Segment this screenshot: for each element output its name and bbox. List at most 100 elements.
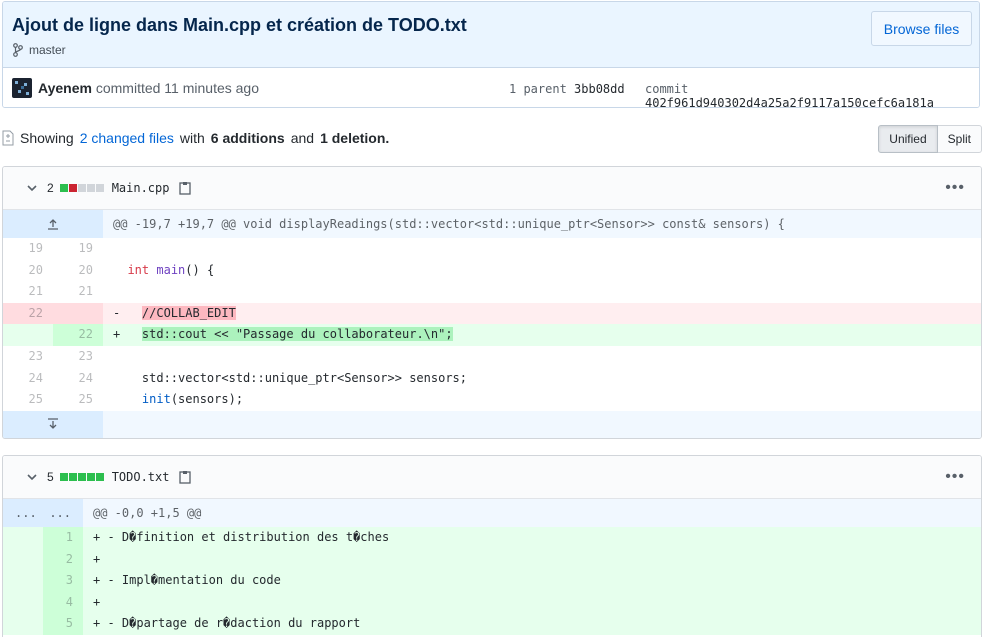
- diff-line-added: 2 +: [3, 548, 981, 571]
- diff-view-toggle: Unified Split: [878, 125, 982, 153]
- branch-name[interactable]: master: [29, 43, 66, 57]
- new-line-number[interactable]: 21: [53, 281, 103, 303]
- parent-sha-link[interactable]: 3bb08dd: [574, 82, 625, 96]
- new-line-number[interactable]: 19: [53, 238, 103, 260]
- line-code: [103, 345, 981, 368]
- line-code: +: [83, 591, 981, 614]
- old-line-number[interactable]: 19: [3, 238, 53, 260]
- hunk-footer: [3, 410, 981, 438]
- deletions-count: 1 deletion.: [320, 130, 390, 146]
- line-code: + - D�partage de r�daction du rapport: [83, 613, 981, 635]
- new-line-number[interactable]: 5: [43, 613, 83, 635]
- line-code: [103, 238, 981, 260]
- showing-label: Showing: [20, 130, 74, 146]
- line-code: + - D�finition et distribution des t�che…: [83, 527, 981, 549]
- expand-button[interactable]: ... ...: [3, 499, 83, 527]
- file-actions-menu[interactable]: •••: [945, 179, 965, 197]
- with-label: with: [179, 130, 205, 146]
- chevron-down-icon[interactable]: [25, 181, 39, 195]
- split-button[interactable]: Split: [937, 125, 982, 153]
- diff-line-added: 1 + - D�finition et distribution des t�c…: [3, 527, 981, 549]
- author-line: Ayenem committed 11 minutes ago: [38, 80, 259, 96]
- author-name[interactable]: Ayenem: [38, 80, 92, 96]
- expand-right: ...: [49, 506, 71, 520]
- file-header: 5 TODO.txt •••: [3, 456, 981, 499]
- additions-count: 6 additions: [210, 130, 285, 146]
- new-line-number[interactable]: 2: [43, 548, 83, 571]
- new-line-number[interactable]: 22: [53, 324, 103, 346]
- old-line-number[interactable]: 25: [3, 389, 53, 411]
- diffstat-blocks: [59, 184, 104, 192]
- commit-meta: Ayenem committed 11 minutes ago 1 parent…: [3, 68, 979, 107]
- commit-title-bar: Ajout de ligne dans Main.cpp et création…: [3, 2, 979, 68]
- old-line-number[interactable]: 22: [3, 302, 53, 325]
- expand-left: ...: [15, 506, 37, 520]
- new-line-number[interactable]: 3: [43, 570, 83, 592]
- diff-line: 24 24 std::vector<std::unique_ptr<Sensor…: [3, 367, 981, 390]
- hunk-header-text: @@ -19,7 +19,7 @@ void displayReadings(s…: [103, 210, 981, 238]
- diffstat-count: 5: [47, 470, 54, 484]
- clipboard-icon[interactable]: [179, 470, 192, 484]
- old-line-number[interactable]: [3, 527, 43, 549]
- file-header: 2 Main.cpp •••: [3, 167, 981, 210]
- line-code: + std::cout << "Passage du collaborateur…: [103, 324, 981, 346]
- new-line-number[interactable]: 1: [43, 527, 83, 549]
- expand-down-button[interactable]: [3, 410, 103, 438]
- hunk-header-text: @@ -0,0 +1,5 @@: [83, 499, 981, 527]
- file-name[interactable]: Main.cpp: [112, 181, 170, 195]
- hunk-footer-space: [103, 410, 981, 438]
- old-line-number[interactable]: [3, 613, 43, 635]
- new-line-number[interactable]: 24: [53, 367, 103, 390]
- new-line-number[interactable]: [53, 302, 103, 325]
- diffstat-blocks: [59, 473, 104, 481]
- old-line-number[interactable]: [3, 548, 43, 571]
- commit-title: Ajout de ligne dans Main.cpp et création…: [12, 15, 467, 35]
- new-line-number[interactable]: 25: [53, 389, 103, 411]
- diff-line: 25 25 init(sensors);: [3, 389, 981, 411]
- old-line-number[interactable]: 21: [3, 281, 53, 303]
- expand-down-icon: [48, 418, 58, 430]
- added-text: std::cout << "Passage du collaborateur.\…: [141, 327, 453, 342]
- file-actions-menu[interactable]: •••: [945, 468, 965, 486]
- diff-line: 23 23: [3, 345, 981, 368]
- parent-label: 1 parent: [509, 82, 567, 96]
- old-line-number[interactable]: [3, 570, 43, 592]
- old-line-number[interactable]: [3, 591, 43, 614]
- diff-line-added: 5 + - D�partage de r�daction du rapport: [3, 613, 981, 635]
- new-line-number[interactable]: 23: [53, 345, 103, 368]
- expand-up-button[interactable]: [3, 210, 103, 238]
- line-code: [103, 281, 981, 303]
- file-name[interactable]: TODO.txt: [112, 470, 170, 484]
- old-line-number[interactable]: 24: [3, 367, 53, 390]
- line-code: std::vector<std::unique_ptr<Sensor>> sen…: [103, 367, 981, 390]
- code-rest: () {: [185, 262, 215, 277]
- diff-line-deleted: 22 - //COLLAB_EDIT: [3, 302, 981, 325]
- hunk-header: ... ... @@ -0,0 +1,5 @@: [3, 499, 981, 527]
- changed-files-link[interactable]: 2 changed files: [80, 130, 174, 146]
- file-diff-icon: [2, 130, 14, 146]
- committed-time: committed 11 minutes ago: [95, 80, 259, 96]
- deleted-text: //COLLAB_EDIT: [141, 305, 236, 320]
- diff-marker: -: [113, 305, 142, 320]
- branch-icon: [13, 43, 23, 57]
- and-label: and: [290, 130, 315, 146]
- line-code: init(sensors);: [103, 389, 981, 411]
- old-line-number[interactable]: 20: [3, 259, 53, 282]
- avatar[interactable]: [12, 78, 32, 98]
- clipboard-icon[interactable]: [179, 181, 192, 195]
- diff-marker: +: [113, 327, 142, 342]
- diff-line-added: 3 + - Impl�mentation du code: [3, 570, 981, 592]
- unified-button[interactable]: Unified: [878, 125, 938, 153]
- expand-up-icon: [48, 219, 58, 230]
- old-line-number[interactable]: 23: [3, 345, 53, 368]
- new-line-number[interactable]: 20: [53, 259, 103, 282]
- new-line-number[interactable]: 4: [43, 591, 83, 614]
- function-name: init: [141, 392, 171, 407]
- browse-files-button[interactable]: Browse files: [871, 11, 972, 46]
- old-line-number[interactable]: [3, 324, 53, 346]
- line-code: + - Impl�mentation du code: [83, 570, 981, 592]
- keyword: int: [127, 262, 150, 277]
- chevron-down-icon[interactable]: [25, 470, 39, 484]
- file-diff-main-cpp: 2 Main.cpp ••• @@ -19,7 +19,7 @@ void di…: [2, 166, 982, 439]
- line-code: int main() {: [103, 259, 981, 282]
